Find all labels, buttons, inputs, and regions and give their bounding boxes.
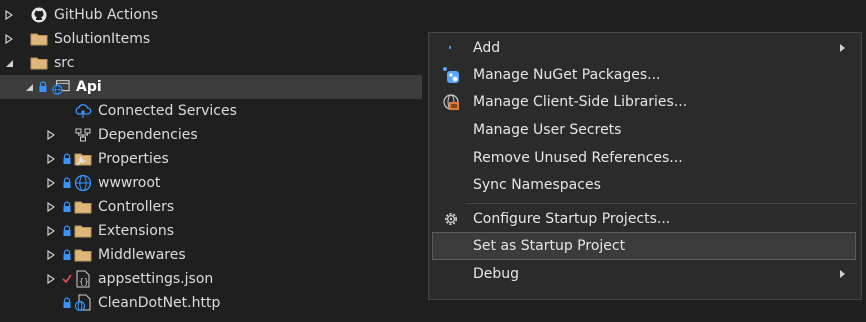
tree-item-middlewares[interactable]: Middlewares	[0, 243, 422, 267]
expand-arrow-icon[interactable]	[46, 129, 56, 141]
menu-item-configure-startup-projects[interactable]: Configure Startup Projects...	[433, 206, 855, 232]
lock-icon	[62, 153, 72, 165]
tree-item-label: Connected Services	[98, 103, 237, 119]
folder-icon	[74, 198, 92, 216]
tree-item-wwwroot[interactable]: wwwroot	[0, 171, 422, 195]
modified-check-icon	[62, 273, 72, 285]
tree-item-label: SolutionItems	[54, 31, 151, 47]
submenu-arrow-icon	[840, 270, 845, 278]
menu-item-label: Remove Unused References...	[473, 150, 683, 166]
github-icon	[30, 6, 48, 24]
lock-icon	[62, 297, 72, 309]
tree-item-cleandotnet-http[interactable]: CleanDotNet.http	[0, 291, 422, 315]
menu-item-manage-user-secrets[interactable]: Manage User Secrets	[433, 117, 855, 143]
lock-icon	[62, 201, 72, 213]
add-icon	[441, 38, 461, 58]
menu-item-label: Manage Client-Side Libraries...	[473, 94, 688, 110]
menu-item-label: Manage User Secrets	[473, 122, 622, 138]
lock-icon	[62, 225, 72, 237]
menu-item-add[interactable]: Add	[433, 35, 855, 61]
folder-icon	[30, 54, 48, 72]
menu-item-label: Configure Startup Projects...	[473, 211, 671, 227]
tree-item-label: Dependencies	[98, 127, 198, 143]
menu-item-label: Manage NuGet Packages...	[473, 67, 661, 83]
menu-item-debug[interactable]: Debug	[433, 261, 855, 287]
tree-item-dependencies[interactable]: Dependencies	[0, 123, 422, 147]
menu-item-set-as-startup-project[interactable]: Set as Startup Project	[432, 232, 856, 260]
tree-item-controllers[interactable]: Controllers	[0, 195, 422, 219]
solution-explorer-tree: GitHub Actions SolutionItems src Api Con…	[0, 0, 425, 322]
menu-item-sync-namespaces[interactable]: Sync Namespaces	[433, 172, 855, 198]
menu-item-label: Sync Namespaces	[473, 177, 601, 193]
folder-icon	[74, 222, 92, 240]
svg-text:{}: {}	[79, 277, 89, 286]
menu-item-remove-unused-references[interactable]: Remove Unused References...	[433, 145, 855, 171]
collapse-arrow-icon[interactable]	[24, 81, 34, 93]
globe-icon	[74, 174, 92, 192]
expand-arrow-icon[interactable]	[46, 249, 56, 261]
tree-item-label: Middlewares	[98, 247, 186, 263]
context-menu: Add Manage NuGet Packages... Manage Clie…	[428, 32, 862, 300]
expand-arrow-icon[interactable]	[46, 153, 56, 165]
tree-item-properties[interactable]: Properties	[0, 147, 422, 171]
tree-item-api[interactable]: Api	[0, 75, 422, 99]
folder-icon	[74, 246, 92, 264]
tree-item-label: Api	[76, 79, 102, 95]
menu-separator	[465, 203, 857, 204]
dependencies-icon	[74, 126, 92, 144]
tree-item-label: Properties	[98, 151, 169, 167]
web-project-icon	[52, 78, 70, 96]
menu-item-label: Set as Startup Project	[473, 238, 626, 254]
http-file-icon	[74, 294, 92, 312]
submenu-arrow-icon	[840, 44, 845, 52]
lock-icon	[62, 249, 72, 261]
tree-item-github-actions[interactable]: GitHub Actions	[0, 3, 422, 27]
menu-item-manage-client-side-libraries[interactable]: Manage Client-Side Libraries...	[433, 89, 855, 115]
tree-item-solutionitems[interactable]: SolutionItems	[0, 27, 422, 51]
tree-item-label: CleanDotNet.http	[98, 295, 221, 311]
tree-item-label: Extensions	[98, 223, 175, 239]
tree-item-partial	[0, 315, 422, 322]
collapse-arrow-icon[interactable]	[4, 57, 14, 69]
folder-icon	[30, 30, 48, 48]
libman-icon	[441, 92, 461, 112]
expand-arrow-icon[interactable]	[46, 225, 56, 237]
expand-arrow-icon[interactable]	[4, 33, 14, 45]
nuget-icon	[441, 65, 461, 85]
expand-arrow-icon[interactable]	[46, 177, 56, 189]
json-file-icon: {}	[74, 270, 92, 288]
tree-item-label: src	[54, 55, 75, 71]
tree-item-label: GitHub Actions	[54, 7, 159, 23]
tree-item-label: appsettings.json	[98, 271, 214, 287]
menu-item-label: Debug	[473, 266, 520, 282]
tree-item-connected-services[interactable]: Connected Services	[0, 99, 422, 123]
lock-icon	[38, 81, 48, 93]
tree-item-src[interactable]: src	[0, 51, 422, 75]
expand-arrow-icon[interactable]	[4, 9, 14, 21]
tree-item-extensions[interactable]: Extensions	[0, 219, 422, 243]
tree-item-label: wwwroot	[98, 175, 161, 191]
tree-item-appsettings-json[interactable]: {} appsettings.json	[0, 267, 422, 291]
tree-item-label: Controllers	[98, 199, 175, 215]
properties-folder-icon	[74, 150, 92, 168]
menu-item-label: Add	[473, 40, 501, 56]
expand-arrow-icon[interactable]	[46, 201, 56, 213]
gear-icon	[441, 209, 461, 229]
connected-services-icon	[74, 102, 92, 120]
expand-arrow-icon[interactable]	[46, 273, 56, 285]
lock-icon	[62, 177, 72, 189]
menu-item-manage-nuget-packages[interactable]: Manage NuGet Packages...	[433, 62, 855, 88]
